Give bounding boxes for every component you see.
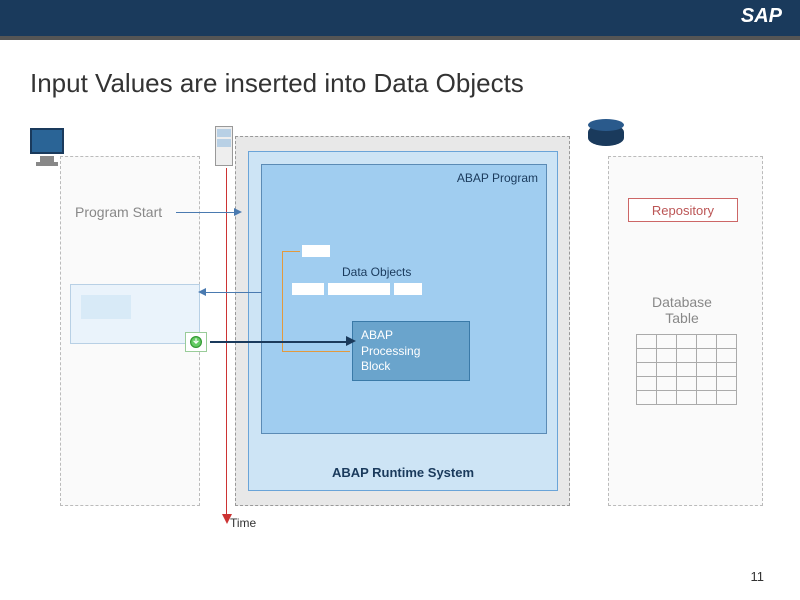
data-object-bar (292, 283, 324, 295)
connector-line (282, 351, 350, 352)
data-object-bar (302, 245, 330, 257)
arrow-program-start (176, 212, 236, 213)
header-divider (0, 36, 800, 40)
server-icon (215, 126, 233, 166)
abap-processing-block: ABAP Processing Block (352, 321, 470, 381)
arrow-head-icon (346, 336, 356, 346)
database-table-label: Database Table (642, 294, 722, 326)
monitor-icon (30, 128, 64, 166)
data-object-bar (394, 283, 422, 295)
repository-box: Repository (628, 198, 738, 222)
data-objects-label: Data Objects (342, 265, 411, 279)
database-table-grid (636, 334, 737, 405)
arrow-input-to-block (210, 341, 348, 343)
input-field-placeholder (81, 295, 131, 319)
arrow-to-input (204, 292, 262, 293)
runtime-system-label: ABAP Runtime System (249, 465, 557, 480)
diagram-canvas: Program Start Time ABAP Program Data Obj… (20, 124, 780, 524)
abap-program-label: ABAP Program (457, 171, 538, 185)
input-screen-card (70, 284, 200, 344)
database-cylinder-icon (588, 124, 624, 146)
slide-title: Input Values are inserted into Data Obje… (30, 68, 800, 99)
processing-block-label: ABAP Processing Block (361, 328, 420, 373)
page-number: 11 (751, 569, 765, 584)
data-object-bar (328, 283, 390, 295)
arrow-head-icon (198, 288, 206, 296)
sap-logo: SAP (741, 5, 782, 28)
time-label: Time (230, 516, 256, 530)
runtime-system-container: ABAP Program Data Objects ABAP Processin… (235, 136, 570, 506)
arrow-head-icon (234, 208, 242, 216)
submit-icon (185, 332, 207, 352)
abap-program-box: ABAP Program Data Objects ABAP Processin… (261, 164, 547, 434)
runtime-frame: ABAP Program Data Objects ABAP Processin… (248, 151, 558, 491)
connector-line (282, 251, 283, 351)
time-axis (226, 168, 227, 518)
connector-line (282, 251, 300, 252)
header-bar: SAP (0, 0, 800, 36)
program-start-label: Program Start (75, 204, 162, 220)
